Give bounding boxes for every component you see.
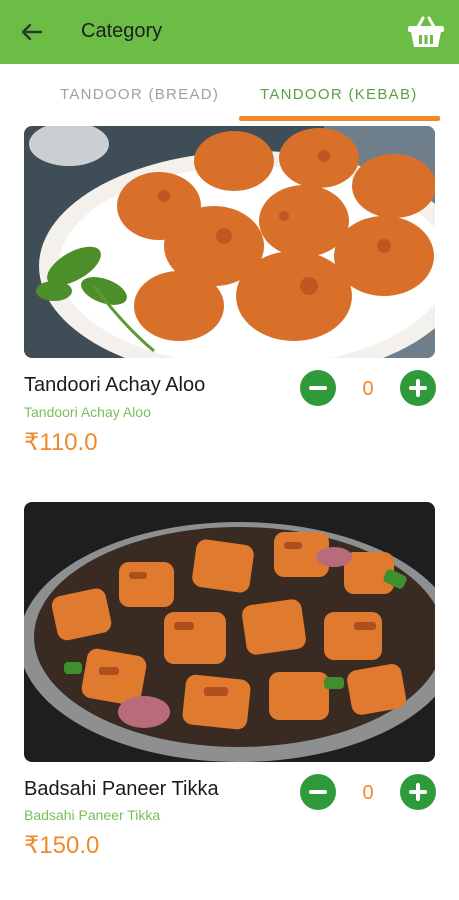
app-bar: Category	[0, 0, 459, 64]
increase-quantity-button[interactable]	[400, 370, 436, 406]
decrease-quantity-button[interactable]	[300, 370, 336, 406]
food-image-tandoori-achay-aloo	[24, 126, 435, 358]
category-tabs: TANDOOR (BREAD) TANDOOR (KEBAB)	[0, 64, 459, 124]
item-subtitle: Tandoori Achay Aloo	[24, 404, 151, 420]
item-name: Badsahi Paneer Tikka	[24, 778, 219, 800]
quantity-value: 0	[362, 378, 374, 400]
item-name: Tandoori Achay Aloo	[24, 374, 206, 396]
basket-icon[interactable]	[406, 14, 446, 50]
item-price: ₹150.0	[24, 832, 100, 859]
quantity-value: 0	[362, 782, 374, 804]
arrow-left-icon[interactable]	[18, 18, 46, 46]
increase-quantity-button[interactable]	[400, 774, 436, 810]
food-image-badsahi-paneer-tikka	[24, 502, 435, 762]
page-title: Category	[81, 20, 163, 42]
item-subtitle: Badsahi Paneer Tikka	[24, 807, 161, 823]
tab-tandoor-kebab[interactable]: TANDOOR (KEBAB)	[260, 86, 418, 103]
tab-tandoor-bread[interactable]: TANDOOR (BREAD)	[60, 86, 219, 103]
tab-selected-indicator	[239, 116, 440, 121]
decrease-quantity-button[interactable]	[300, 774, 336, 810]
item-price: ₹110.0	[24, 429, 98, 456]
